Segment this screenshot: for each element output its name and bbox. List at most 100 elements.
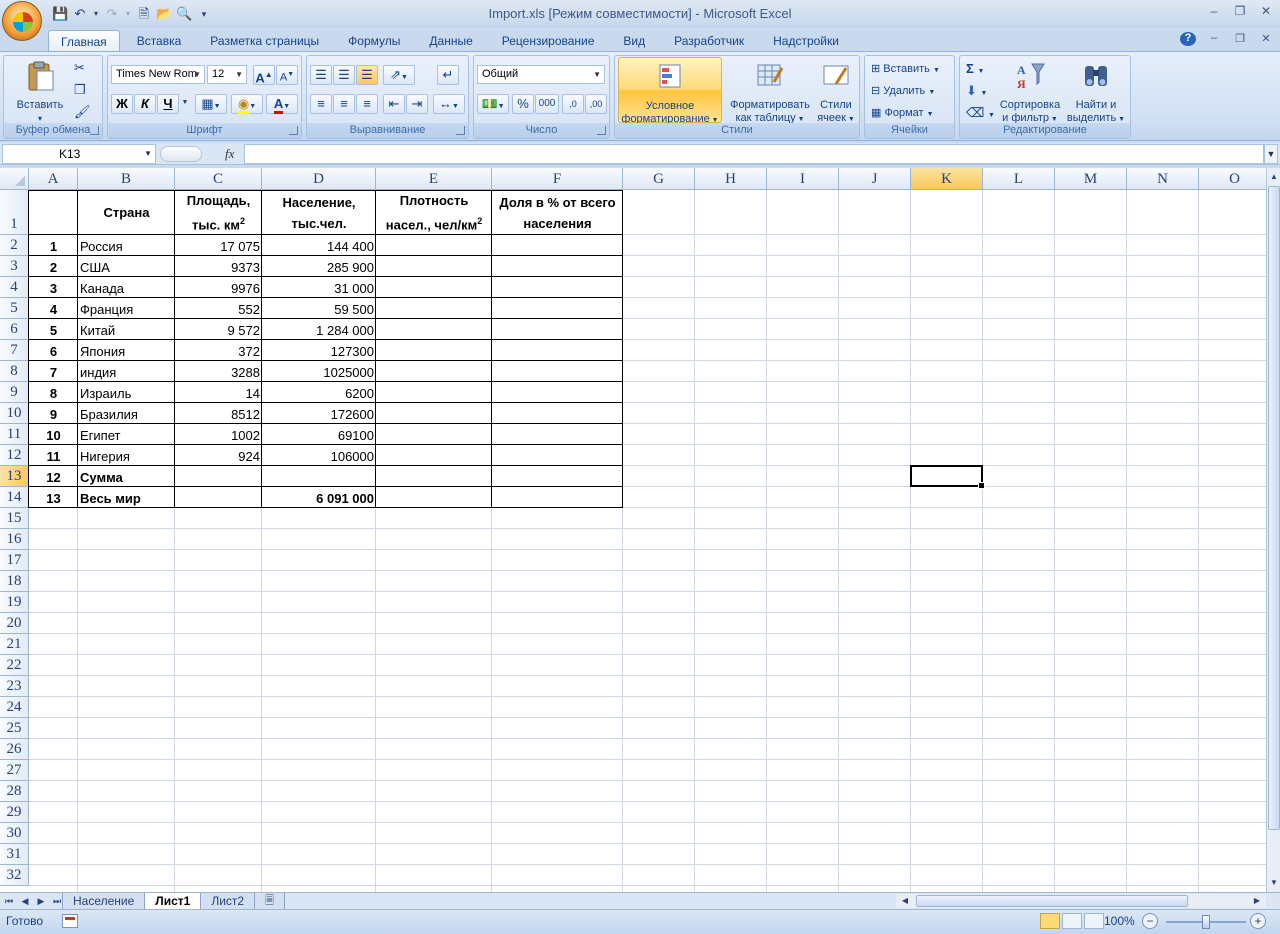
cell-index[interactable]: 8	[29, 382, 78, 403]
delete-cells-button[interactable]: ⊟ Удалить ▼	[871, 83, 935, 101]
row-header[interactable]: 22	[0, 655, 29, 676]
vertical-scroll-thumb[interactable]	[1268, 186, 1280, 830]
first-sheet-icon[interactable]: ⏮	[2, 894, 16, 908]
row-header[interactable]: 27	[0, 760, 29, 781]
expand-formula-bar-icon[interactable]: ▼	[1264, 144, 1278, 164]
row-header[interactable]: 23	[0, 676, 29, 697]
name-box[interactable]: K13 ▼	[2, 144, 156, 164]
autosum-button[interactable]: Σ ▼	[966, 61, 984, 80]
tab-home[interactable]: Главная	[48, 30, 120, 52]
page-layout-view-icon[interactable]	[1062, 913, 1082, 929]
clipboard-launcher-icon[interactable]	[90, 126, 99, 135]
format-painter-icon[interactable]: 🖌	[74, 104, 91, 120]
tab-formulas[interactable]: Формулы	[336, 30, 412, 52]
prev-sheet-icon[interactable]: ◀	[18, 894, 32, 908]
column-header[interactable]: I	[767, 168, 839, 190]
tab-developer[interactable]: Разработчик	[662, 30, 756, 52]
increase-indent-button[interactable]: ⇥	[406, 94, 428, 114]
cell-area[interactable]: 1002	[175, 424, 262, 445]
merge-center-button[interactable]: ↔▼	[433, 94, 465, 114]
row-header[interactable]: 20	[0, 613, 29, 634]
font-color-button[interactable]: A▼	[266, 94, 298, 114]
format-cells-button[interactable]: ▦ Формат ▼	[871, 105, 934, 123]
zoom-slider-thumb[interactable]	[1202, 915, 1210, 929]
orientation-button[interactable]: ⇗▼	[383, 65, 415, 85]
cell-index[interactable]: 2	[29, 256, 78, 277]
cell-population[interactable]: 144 400	[262, 235, 376, 256]
column-header[interactable]: N	[1127, 168, 1199, 190]
row-header[interactable]: 2	[0, 235, 29, 256]
sheet-tab-list2[interactable]: Лист2	[200, 893, 256, 910]
row-header[interactable]: 4	[0, 277, 29, 298]
cell-area[interactable]: 372	[175, 340, 262, 361]
cell-population[interactable]: 31 000	[262, 277, 376, 298]
cell-index[interactable]: 5	[29, 319, 78, 340]
row-header[interactable]: 28	[0, 781, 29, 802]
row-header[interactable]: 26	[0, 739, 29, 760]
font-size-dropdown-icon[interactable]: ▼	[235, 66, 243, 83]
cell-country[interactable]: Канада	[78, 277, 175, 298]
close-icon[interactable]: ✕	[1258, 4, 1274, 18]
align-left-button[interactable]: ≡	[310, 94, 332, 114]
tab-review[interactable]: Рецензирование	[490, 30, 607, 52]
align-top-button[interactable]: ☰	[310, 65, 332, 85]
tab-addins[interactable]: Надстройки	[761, 30, 851, 52]
column-header[interactable]: G	[623, 168, 695, 190]
tab-insert[interactable]: Вставка	[125, 30, 194, 52]
name-box-dropdown-icon[interactable]: ▼	[144, 145, 152, 163]
row-header[interactable]: 11	[0, 424, 29, 445]
insert-function-button[interactable]: fx	[225, 146, 234, 162]
column-header[interactable]: C	[175, 168, 262, 190]
cell-index[interactable]: 1	[29, 235, 78, 256]
column-header[interactable]: O	[1199, 168, 1266, 190]
column-header[interactable]: L	[983, 168, 1055, 190]
row-header[interactable]: 8	[0, 361, 29, 382]
clear-button[interactable]: ⌫ ▼	[966, 105, 995, 124]
cell-index[interactable]: 3	[29, 277, 78, 298]
tab-view[interactable]: Вид	[611, 30, 657, 52]
grow-font-button[interactable]: A▲	[253, 65, 275, 85]
italic-button[interactable]: К	[134, 94, 156, 114]
row-header[interactable]: 31	[0, 844, 29, 865]
office-button[interactable]	[2, 1, 42, 41]
cell-index[interactable]: 10	[29, 424, 78, 445]
cell-population[interactable]: 127300	[262, 340, 376, 361]
cell-area[interactable]: 552	[175, 298, 262, 319]
row-header[interactable]: 21	[0, 634, 29, 655]
wrap-text-button[interactable]: ↵	[437, 65, 459, 85]
cell-country[interactable]: Япония	[78, 340, 175, 361]
minimize-icon[interactable]: –	[1206, 4, 1222, 18]
cell-population[interactable]: 59 500	[262, 298, 376, 319]
cell-population[interactable]: 1 284 000	[262, 319, 376, 340]
header-population[interactable]: Население, тыс.чел.	[262, 190, 376, 235]
sort-filter-button[interactable]: AЯ Сортировка и фильтр ▼	[996, 60, 1064, 126]
number-format-dropdown-icon[interactable]: ▼	[593, 66, 601, 83]
row-header[interactable]: 14	[0, 487, 29, 508]
page-break-view-icon[interactable]	[1084, 913, 1104, 929]
align-center-button[interactable]: ≡	[333, 94, 355, 114]
row-header[interactable]: 12	[0, 445, 29, 466]
cell-country[interactable]: Нигерия	[78, 445, 175, 466]
workbook-minimize-icon[interactable]: –	[1206, 32, 1222, 46]
bold-button[interactable]: Ж	[111, 94, 133, 114]
row-header[interactable]: 17	[0, 550, 29, 571]
align-bottom-button[interactable]: ☰	[356, 65, 378, 85]
align-middle-button[interactable]: ☰	[333, 65, 355, 85]
number-launcher-icon[interactable]	[597, 126, 606, 135]
row-header[interactable]: 13	[0, 466, 29, 487]
cell-population[interactable]: 285 900	[262, 256, 376, 277]
tab-data[interactable]: Данные	[417, 30, 484, 52]
cell-index[interactable]: 11	[29, 445, 78, 466]
horizontal-scrollbar[interactable]: ◀ ▶	[896, 894, 1266, 908]
cell-area[interactable]	[175, 487, 262, 508]
underline-button[interactable]: Ч	[157, 94, 179, 114]
increase-decimal-button[interactable]: ,0	[562, 94, 584, 114]
shrink-font-button[interactable]: A▼	[276, 65, 298, 85]
borders-button[interactable]: ▦▼	[195, 94, 227, 114]
column-header[interactable]: A	[29, 168, 78, 190]
normal-view-icon[interactable]	[1040, 913, 1060, 929]
cell-index[interactable]: 7	[29, 361, 78, 382]
zoom-level[interactable]: 100%	[1104, 914, 1135, 928]
row-header[interactable]: 10	[0, 403, 29, 424]
cell-population[interactable]: 6200	[262, 382, 376, 403]
